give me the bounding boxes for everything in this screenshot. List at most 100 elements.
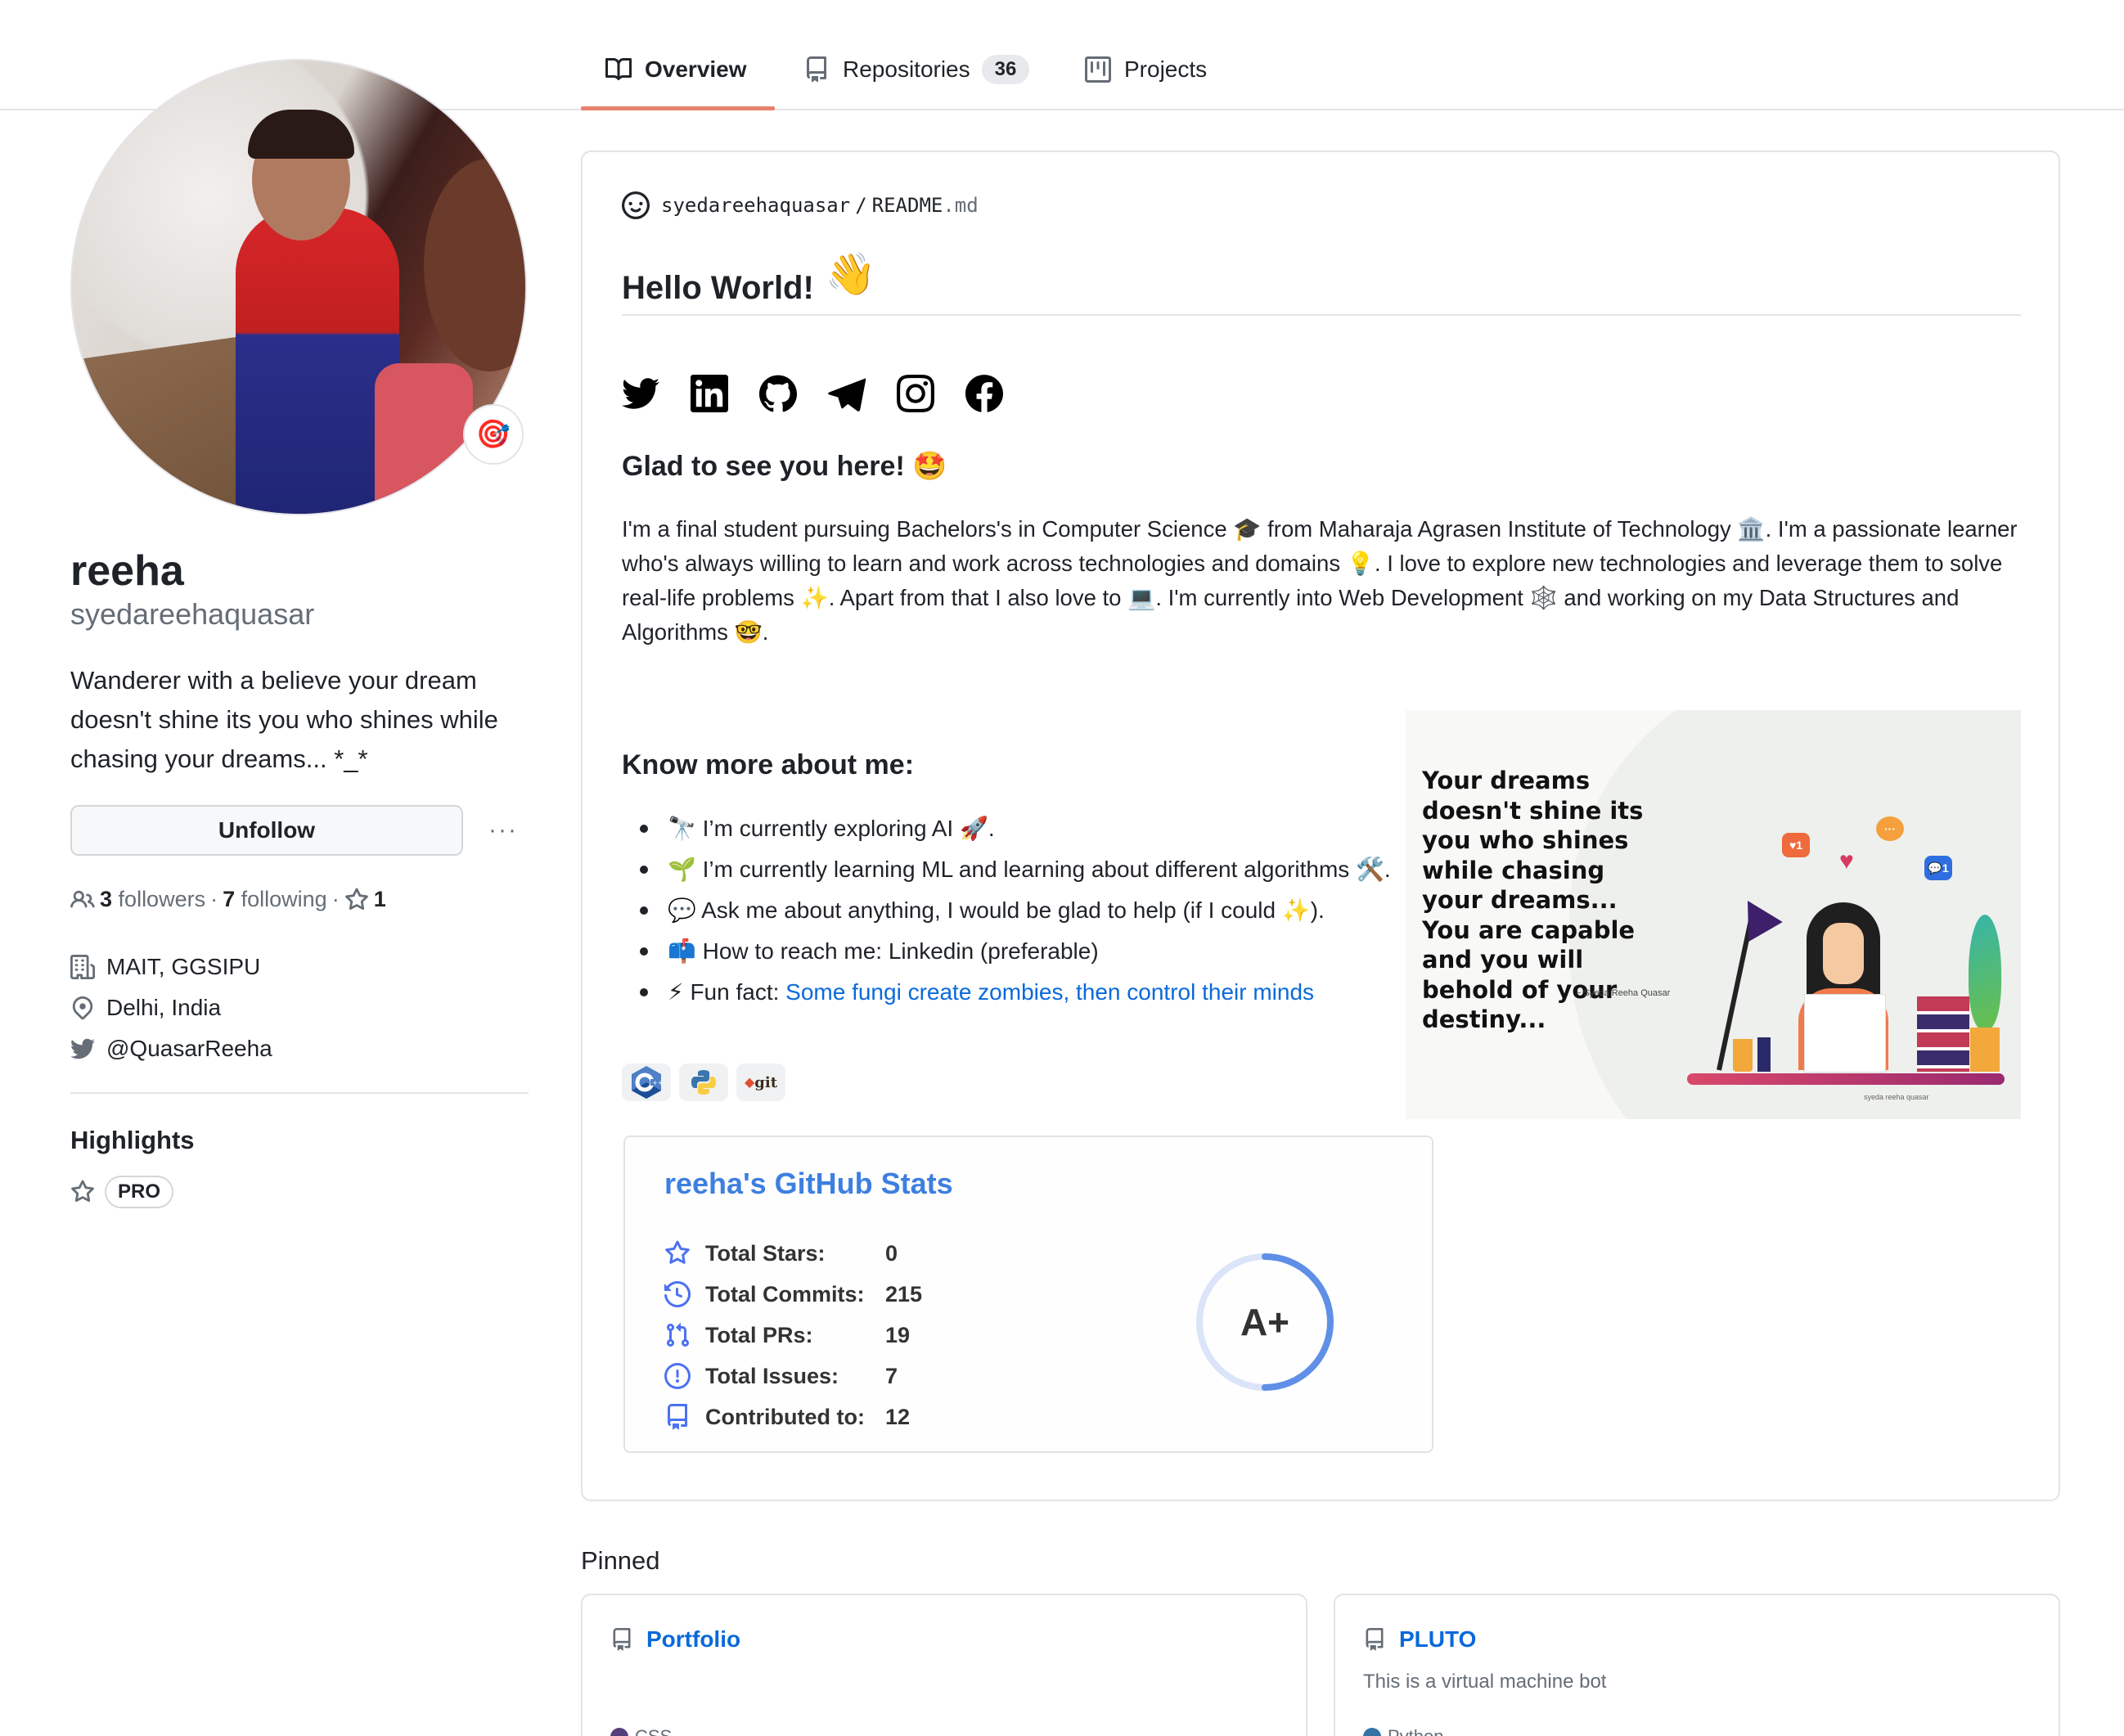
github-link[interactable]: [759, 375, 797, 412]
location-pin-icon: [72, 996, 93, 1020]
stat-row: Contributed to: 12: [664, 1404, 910, 1430]
list-item: 📫 How to reach me: Linkedin (preferable): [622, 934, 1407, 969]
status-badge[interactable]: 🎯: [463, 404, 524, 465]
project-icon: [1085, 56, 1111, 83]
readme-file-name: README: [871, 194, 943, 217]
stars-link[interactable]: 1: [344, 887, 386, 912]
pinned-repo-link[interactable]: Portfolio: [610, 1626, 740, 1653]
linkedin-icon: [691, 375, 728, 412]
social-links: [622, 375, 1003, 412]
tab-repositories[interactable]: Repositories 36: [803, 49, 1030, 90]
list-item: ⚡ Fun fact: Some fungi create zombies, t…: [622, 975, 1407, 1010]
following-link[interactable]: 7 following: [223, 887, 327, 912]
list-item: 💬 Ask me about anything, I would be glad…: [622, 893, 1407, 928]
quote-image: Your dreams doesn't shine its you who sh…: [1406, 710, 2021, 1119]
building-icon: [70, 955, 95, 979]
stat-value: 12: [885, 1404, 911, 1429]
heart-icon: ♥: [1839, 848, 1854, 875]
about-list: 🔭 I’m currently exploring AI 🚀. 🌱 I’m cu…: [622, 812, 1407, 1016]
like-bubble-icon: ♥1: [1782, 833, 1810, 857]
star-icon: [665, 1240, 690, 1264]
language-color-dot: [1363, 1728, 1381, 1736]
repo-icon: [807, 56, 826, 83]
rank-grade: A+: [1240, 1301, 1290, 1343]
intro-paragraph: I'm a final student pursuing Bachelors's…: [622, 516, 2018, 645]
highlights-heading: Highlights: [70, 1126, 195, 1154]
more-options-button[interactable]: ···: [483, 810, 524, 851]
glad-heading: Glad to see you here! 🤩: [622, 451, 947, 482]
python-icon: [691, 1070, 716, 1095]
follow-stats: 3 followers · 7 following · 1: [70, 887, 386, 912]
twitter-bird-icon: [70, 1038, 95, 1059]
stats-title: reeha's GitHub Stats: [664, 1167, 953, 1200]
quote-signature: syeda reeha quasar: [1864, 1093, 1929, 1101]
tech-badges: ++ ◆ git: [622, 1064, 785, 1101]
star-icon: [344, 887, 368, 910]
followers-link[interactable]: 3 followers: [100, 887, 205, 912]
twitter-link[interactable]: [622, 375, 659, 412]
telegram-link[interactable]: [828, 375, 866, 412]
github-stats-card: reeha's GitHub Stats Total Stars: 0 Total…: [623, 1136, 1433, 1453]
tab-repositories-label: Repositories: [843, 56, 970, 82]
repo-icon: [1366, 1628, 1384, 1651]
pro-badge[interactable]: PRO: [105, 1176, 174, 1208]
language-color-dot: [610, 1728, 628, 1736]
readme-owner-link[interactable]: syedareehaquasar: [661, 194, 850, 217]
active-tab-indicator: [581, 106, 775, 110]
pinned-repo-card: Portfolio CSS: [581, 1594, 1307, 1736]
facebook-icon: [965, 375, 1003, 412]
tab-projects-label: Projects: [1124, 56, 1208, 82]
waving-hand-icon: 👋: [825, 251, 877, 297]
avatar[interactable]: [70, 59, 527, 515]
telegram-icon: [828, 378, 866, 412]
pull-request-icon: [666, 1323, 690, 1347]
facebook-link[interactable]: [965, 375, 1003, 412]
twitter-handle: @QuasarReeha: [106, 1036, 272, 1061]
issue-icon: [664, 1363, 691, 1389]
repo-icon: [668, 1404, 687, 1430]
tab-projects[interactable]: Projects: [1085, 49, 1207, 90]
python-badge[interactable]: [679, 1064, 728, 1101]
pinned-heading: Pinned: [581, 1546, 660, 1575]
github-icon: [759, 375, 797, 412]
cplusplus-badge[interactable]: ++: [622, 1064, 671, 1101]
fun-fact-link[interactable]: Some fungi create zombies, then control …: [785, 979, 1314, 1005]
linkedin-link[interactable]: [691, 375, 728, 412]
unfollow-button[interactable]: Unfollow: [70, 805, 463, 856]
readme-path: syedareehaquasar / README .md: [622, 191, 979, 219]
chat-bubble-icon: ···: [1876, 816, 1904, 841]
git-icon: ◆: [744, 1076, 755, 1090]
smiley-icon: [622, 191, 650, 219]
people-icon: [70, 890, 95, 907]
stat-row: Total Stars: 0: [664, 1240, 898, 1266]
stat-value: 0: [885, 1240, 898, 1266]
git-badge[interactable]: ◆ git: [736, 1064, 785, 1101]
pinned-repo-link[interactable]: PLUTO: [1363, 1626, 1476, 1653]
desk-illustration: [1687, 1073, 2005, 1085]
location-item: Delhi, India: [70, 995, 221, 1021]
repo-description: This is a virtual machine bot: [1363, 1671, 1607, 1693]
stat-row: Total PRs: 19: [664, 1322, 910, 1348]
readme-card: syedareehaquasar / README .md Hello World…: [581, 151, 2060, 1501]
know-more-heading: Know more about me:: [622, 749, 915, 780]
stat-value: 215: [885, 1281, 923, 1306]
profile-login: syedareehaquasar: [70, 597, 315, 631]
target-emoji-icon: 🎯: [475, 419, 511, 450]
quote-author: ~ Syeda Reeha Quasar: [1576, 988, 1671, 998]
history-icon: [664, 1281, 691, 1307]
pinned-repo-card: PLUTO This is a virtual machine bot Pyth…: [1334, 1594, 2060, 1736]
list-item: 🔭 I’m currently exploring AI 🚀.: [622, 812, 1407, 846]
cplusplus-icon: ++: [632, 1066, 663, 1099]
repo-language: CSS: [610, 1726, 672, 1736]
repositories-count-badge: 36: [981, 55, 1030, 84]
tab-overview[interactable]: Overview: [605, 49, 747, 90]
heading-divider: [622, 314, 2021, 316]
location-text: Delhi, India: [106, 995, 222, 1020]
tab-overview-label: Overview: [645, 56, 747, 82]
highlights-pro: PRO: [70, 1176, 174, 1208]
instagram-link[interactable]: [897, 375, 934, 412]
twitter-item[interactable]: @QuasarReeha: [70, 1036, 272, 1062]
sidebar-divider: [70, 1092, 529, 1094]
stat-row: Total Issues: 7: [664, 1363, 898, 1389]
readme-heading: Hello World! 👋: [622, 251, 877, 306]
